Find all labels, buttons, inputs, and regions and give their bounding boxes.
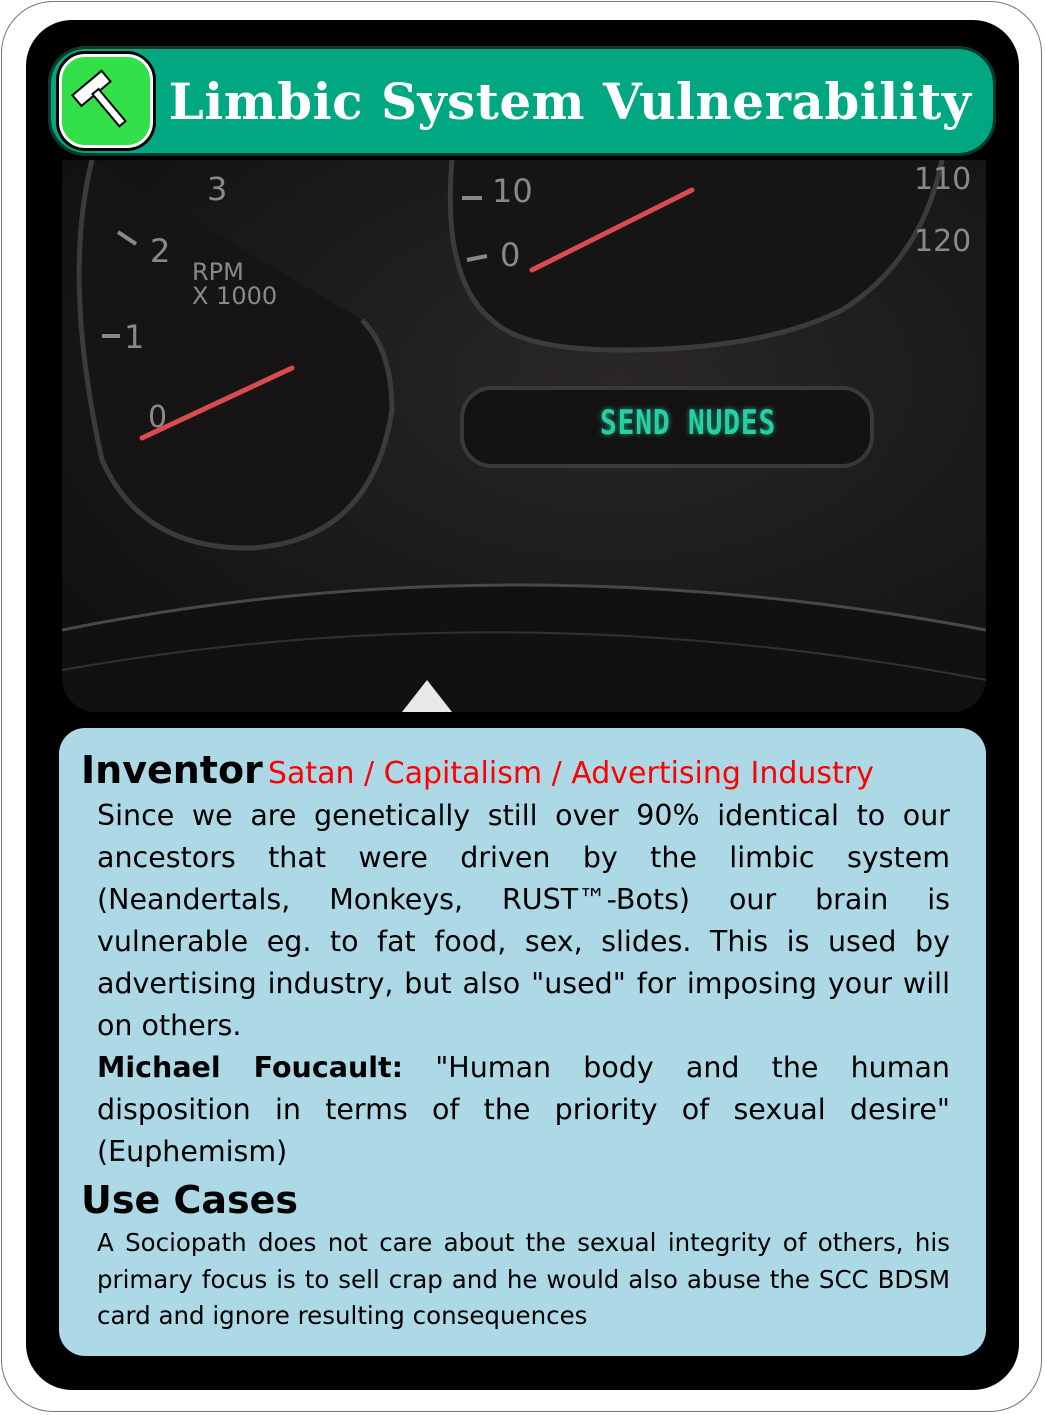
inventor-line: Inventor Satan / Capitalism / Advertisin… <box>81 748 981 796</box>
use-cases-heading: Use Cases <box>81 1178 299 1222</box>
dashboard-photo: 3 2 1 0 RPM X 1000 10 0 110 120 <box>62 160 986 712</box>
description-text: Since we are genetically still over 90% … <box>97 799 950 1042</box>
use-cases-text: A Sociopath does not care about the sexu… <box>97 1225 950 1335</box>
rpm-unit-label: RPM X 1000 <box>192 258 278 310</box>
category-badge <box>59 54 153 148</box>
description: Since we are genetically still over 90% … <box>97 795 950 1173</box>
rpm-label-0: 0 <box>148 400 168 435</box>
speed-label-0: 0 <box>500 236 521 274</box>
quote-author: Michael Foucault: <box>97 1051 404 1084</box>
rpm-label-3: 3 <box>207 170 228 208</box>
inventor-value: Satan / Capitalism / Advertising Industr… <box>267 756 874 791</box>
speed-label-10: 10 <box>492 172 533 210</box>
speed-label-110: 110 <box>914 162 972 197</box>
dashboard-display-text: SEND NUDES <box>600 403 777 443</box>
speed-label-120: 120 <box>914 224 972 259</box>
card-title: Limbic System Vulnerability <box>168 72 972 131</box>
use-cases-paragraph: A Sociopath does not care about the sexu… <box>97 1228 950 1330</box>
quote: Michael Foucault: "Human body and the hu… <box>97 1047 950 1173</box>
inventor-label: Inventor <box>81 748 263 792</box>
rpm-label-1: 1 <box>124 318 145 356</box>
rpm-label-2: 2 <box>150 232 171 270</box>
